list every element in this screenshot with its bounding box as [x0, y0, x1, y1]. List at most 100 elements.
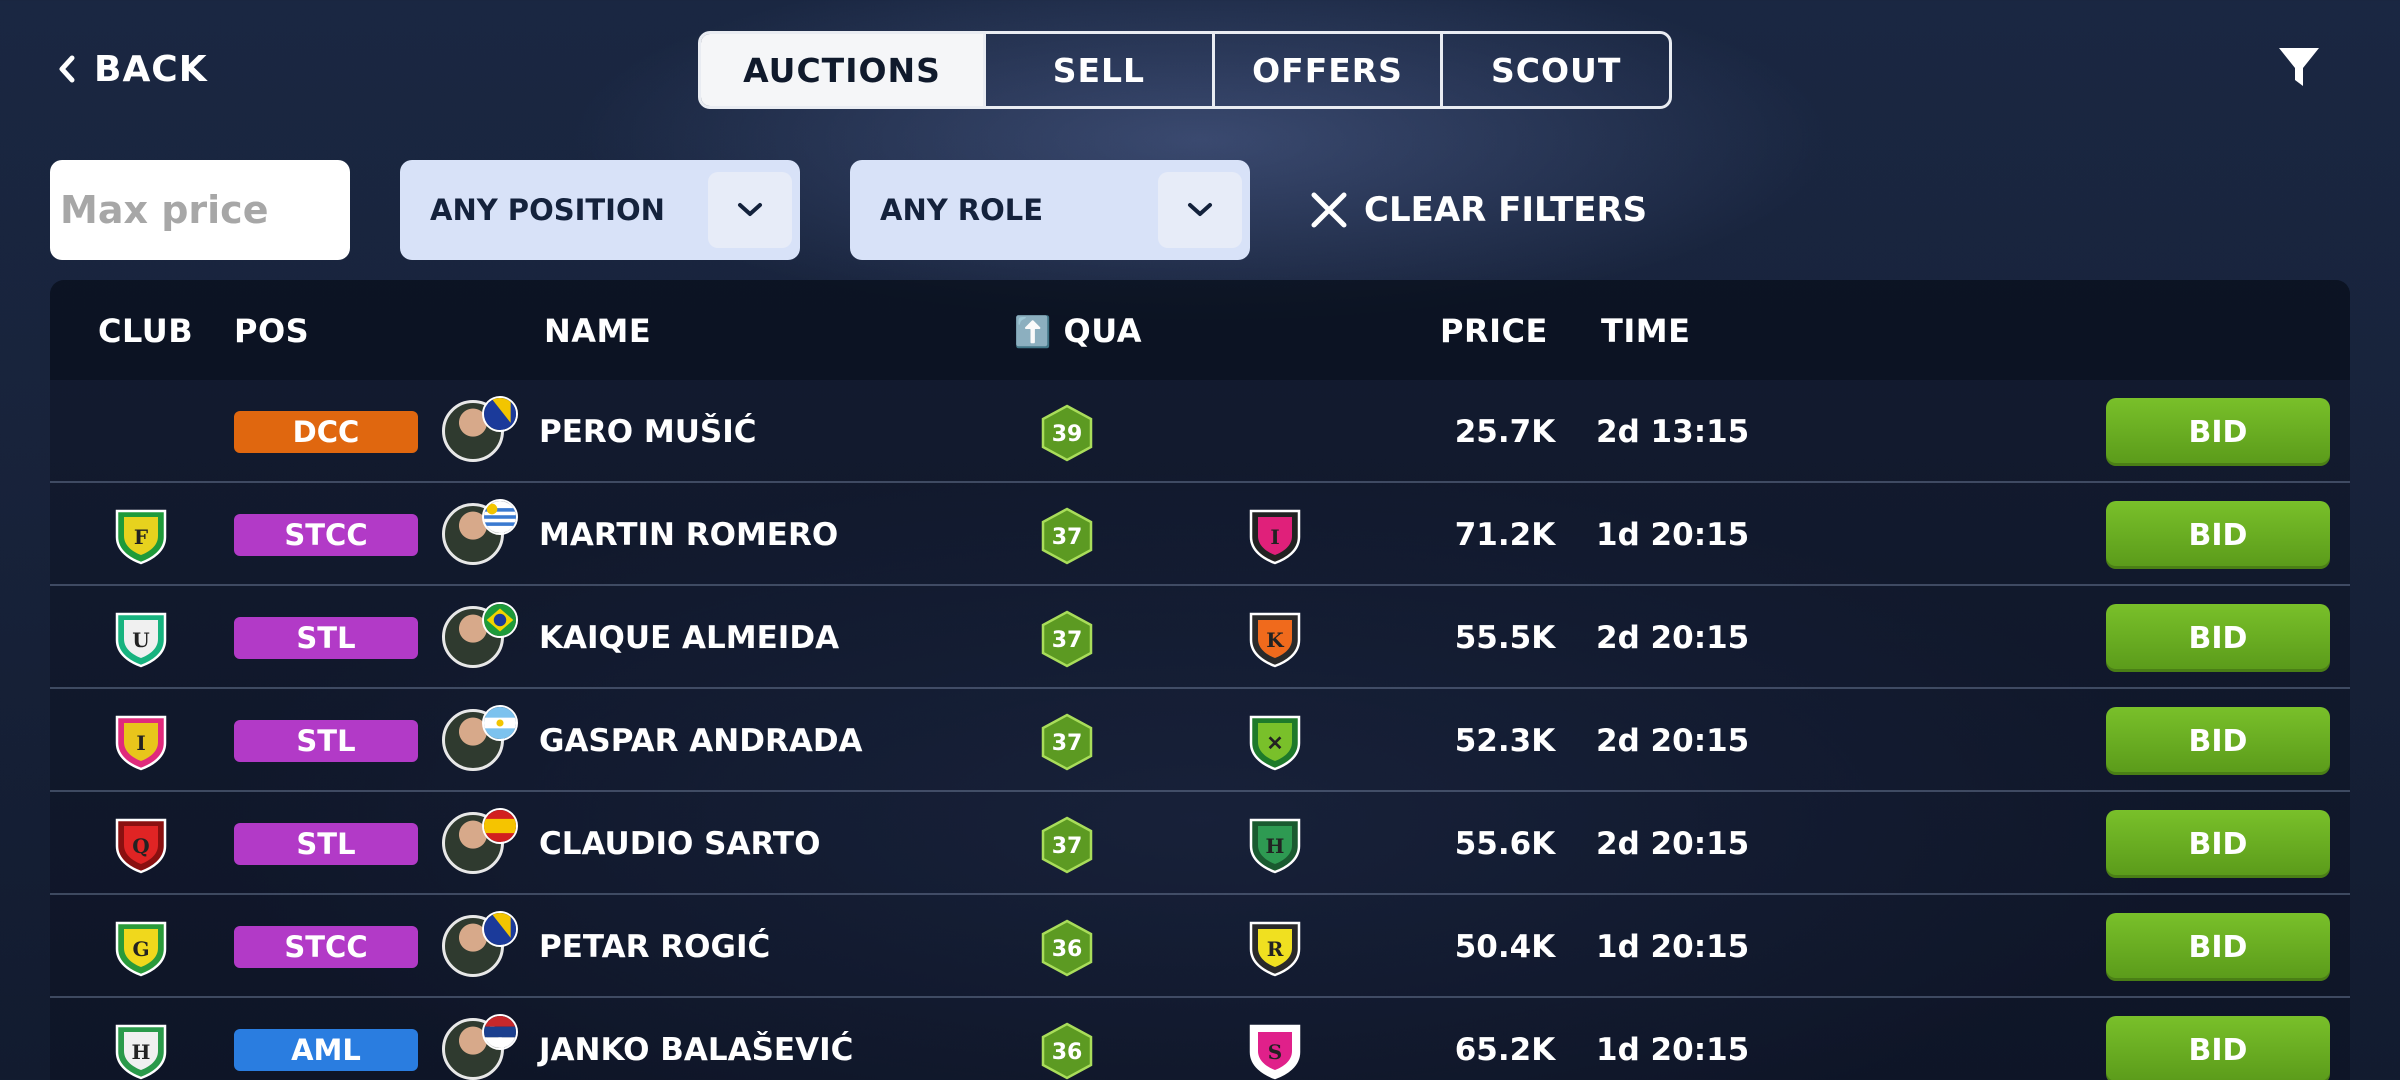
bid-button[interactable]: BID	[2106, 1016, 2330, 1080]
price-value: 25.7K	[1454, 414, 1556, 450]
col-time[interactable]: TIME	[1601, 312, 1690, 350]
tab-offers[interactable]: OFFERS	[1215, 34, 1444, 106]
auction-table: CLUB POS NAME ⬆️ QUA PRICE TIME DCC PERO …	[50, 280, 2350, 1080]
position-select[interactable]: ANY POSITION	[400, 160, 800, 260]
table-row[interactable]: I STL GASPAR ANDRADA 37 ✕ 52.3K 2d 20:15 BID	[50, 689, 2350, 792]
serbia-flag-icon	[482, 1014, 518, 1050]
club-crest-icon: H	[115, 1024, 167, 1080]
time-remaining: 1d 20:15	[1596, 517, 1750, 553]
brazil-flag-icon	[482, 602, 518, 638]
quality-badge: 37	[1041, 610, 1093, 668]
tab-bar: AUCTIONS SELL OFFERS SCOUT	[698, 31, 1672, 109]
bid-button[interactable]: BID	[2106, 604, 2330, 672]
argentina-flag-icon	[482, 705, 518, 741]
price-value: 55.5K	[1454, 620, 1556, 656]
opponent-crest-icon: H	[1249, 818, 1301, 874]
player-name[interactable]: CLAUDIO SARTO	[539, 826, 820, 862]
chevron-down-icon	[708, 172, 792, 248]
bid-button[interactable]: BID	[2106, 398, 2330, 466]
player-name[interactable]: GASPAR ANDRADA	[539, 723, 863, 759]
sort-up-icon: ⬆️	[1014, 315, 1052, 350]
time-remaining: 1d 20:15	[1596, 1032, 1750, 1068]
player-name[interactable]: MARTIN ROMERO	[539, 517, 838, 553]
table-row[interactable]: Q STL CLAUDIO SARTO 37 H 55.6K 2d 20:15 BID	[50, 792, 2350, 895]
svg-text:I: I	[1270, 525, 1279, 549]
position-badge: AML	[234, 1029, 418, 1071]
svg-text:39: 39	[1052, 422, 1083, 447]
quality-badge: 37	[1041, 713, 1093, 771]
bid-button[interactable]: BID	[2106, 810, 2330, 878]
time-remaining: 2d 13:15	[1596, 414, 1750, 450]
col-pos[interactable]: POS	[234, 312, 309, 350]
col-club[interactable]: CLUB	[98, 312, 193, 350]
opponent-crest-icon: K	[1249, 612, 1301, 668]
clear-filters-label: CLEAR FILTERS	[1364, 190, 1648, 230]
max-price-input[interactable]	[50, 160, 350, 260]
table-row[interactable]: DCC PERO MUŠIĆ 39 25.7K 2d 13:15 BID	[50, 380, 2350, 483]
table-header: CLUB POS NAME ⬆️ QUA PRICE TIME	[50, 280, 2350, 380]
col-name[interactable]: NAME	[544, 312, 651, 350]
price-value: 52.3K	[1454, 723, 1556, 759]
player-name[interactable]: PERO MUŠIĆ	[539, 414, 757, 450]
opponent-crest-icon: ✕	[1249, 715, 1301, 771]
back-label: BACK	[94, 48, 208, 90]
svg-text:37: 37	[1052, 525, 1083, 550]
table-row[interactable]: U STL KAIQUE ALMEIDA 37 K 55.5K 2d 20:15 BID	[50, 586, 2350, 689]
tab-sell[interactable]: SELL	[986, 34, 1215, 106]
svg-text:K: K	[1266, 628, 1284, 652]
bid-button[interactable]: BID	[2106, 913, 2330, 981]
table-row[interactable]: F STCC MARTIN ROMERO 37 I 71.2K 1d 20:15 BID	[50, 483, 2350, 586]
quality-badge: 36	[1041, 1022, 1093, 1080]
chevron-down-icon	[1158, 172, 1242, 248]
position-badge: STL	[234, 823, 418, 865]
quality-badge: 39	[1041, 404, 1093, 462]
bid-button[interactable]: BID	[2106, 707, 2330, 775]
svg-text:37: 37	[1052, 628, 1083, 653]
svg-text:37: 37	[1052, 731, 1083, 756]
bosnia-flag-icon	[482, 911, 518, 947]
svg-text:36: 36	[1052, 937, 1083, 962]
clear-filters-button[interactable]: CLEAR FILTERS	[1310, 185, 1647, 235]
col-price[interactable]: PRICE	[1440, 312, 1548, 350]
tab-scout[interactable]: SCOUT	[1443, 34, 1669, 106]
svg-text:I: I	[136, 731, 145, 755]
role-select[interactable]: ANY ROLE	[850, 160, 1250, 260]
table-row[interactable]: G STCC PETAR ROGIĆ 36 R 50.4K 1d 20:15 BID	[50, 895, 2350, 998]
player-name[interactable]: JANKO BALAŠEVIĆ	[539, 1032, 853, 1068]
svg-text:Q: Q	[132, 834, 149, 858]
club-crest-icon: Q	[115, 818, 167, 874]
back-button[interactable]: BACK	[56, 44, 208, 94]
club-crest-icon: U	[115, 612, 167, 668]
position-badge: STCC	[234, 926, 418, 968]
time-remaining: 2d 20:15	[1596, 826, 1750, 862]
opponent-crest-icon: S	[1249, 1024, 1301, 1080]
table-row[interactable]: H AML JANKO BALAŠEVIĆ 36 S 65.2K 1d 20:15 BID	[50, 998, 2350, 1080]
funnel-icon[interactable]	[2276, 44, 2322, 90]
position-badge: DCC	[234, 411, 418, 453]
player-name[interactable]: PETAR ROGIĆ	[539, 929, 770, 965]
price-value: 50.4K	[1454, 929, 1556, 965]
time-remaining: 2d 20:15	[1596, 620, 1750, 656]
position-badge: STL	[234, 720, 418, 762]
role-select-value: ANY ROLE	[880, 193, 1044, 227]
svg-text:U: U	[132, 628, 149, 652]
svg-text:F: F	[134, 525, 148, 549]
position-select-value: ANY POSITION	[430, 193, 665, 227]
price-value: 55.6K	[1454, 826, 1556, 862]
price-value: 71.2K	[1454, 517, 1556, 553]
tab-auctions[interactable]: AUCTIONS	[701, 34, 987, 106]
time-remaining: 1d 20:15	[1596, 929, 1750, 965]
opponent-crest-icon: R	[1249, 921, 1301, 977]
player-name[interactable]: KAIQUE ALMEIDA	[539, 620, 839, 656]
quality-badge: 36	[1041, 919, 1093, 977]
col-quality[interactable]: ⬆️ QUA	[1014, 312, 1142, 350]
spain-flag-icon	[482, 808, 518, 844]
price-value: 65.2K	[1454, 1032, 1556, 1068]
club-crest-icon: F	[115, 509, 167, 565]
svg-text:36: 36	[1052, 1040, 1083, 1065]
bid-button[interactable]: BID	[2106, 501, 2330, 569]
bosnia-flag-icon	[482, 396, 518, 432]
opponent-crest-icon: I	[1249, 509, 1301, 565]
position-badge: STL	[234, 617, 418, 659]
svg-text:H: H	[1266, 834, 1285, 858]
